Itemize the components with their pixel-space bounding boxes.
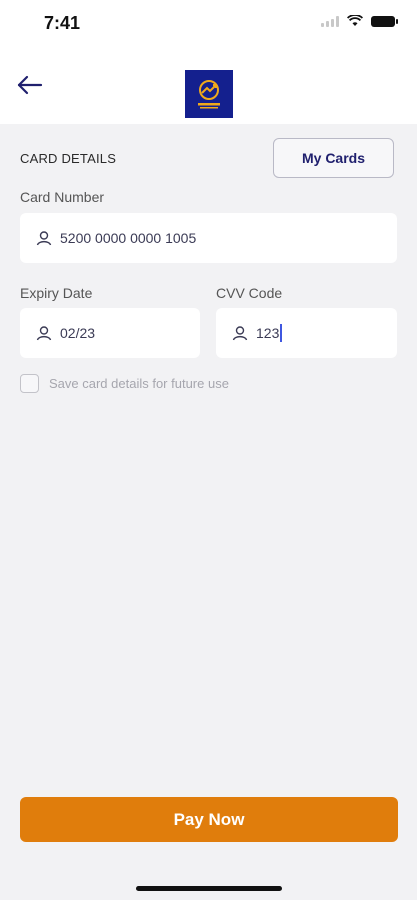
expiry-date-value: 02/23 xyxy=(60,325,96,341)
card-number-label: Card Number xyxy=(20,189,105,205)
save-card-label: Save card details for future use xyxy=(49,376,229,391)
arrow-left-icon xyxy=(17,75,43,95)
user-icon xyxy=(36,326,52,341)
user-icon xyxy=(36,231,52,246)
top-bar: 7:41 xyxy=(0,0,417,124)
section-title: CARD DETAILS xyxy=(20,151,117,166)
expiry-date-field[interactable]: 02/23 xyxy=(20,308,200,358)
status-icons xyxy=(321,15,398,27)
back-button[interactable] xyxy=(16,73,44,97)
brand-logo xyxy=(185,70,233,118)
status-time: 7:41 xyxy=(44,13,81,33)
cvv-value: 123 xyxy=(256,325,280,341)
home-indicator xyxy=(136,886,282,891)
my-cards-button[interactable]: My Cards xyxy=(273,138,394,178)
wifi-icon xyxy=(347,15,363,26)
battery-icon xyxy=(371,15,398,27)
cvv-label: CVV Code xyxy=(216,285,283,301)
signal-icon xyxy=(321,15,339,27)
card-number-value: 5200 0000 0000 1005 xyxy=(60,230,197,246)
text-cursor xyxy=(280,324,283,342)
save-card-checkbox[interactable] xyxy=(20,374,39,393)
card-number-field[interactable]: 5200 0000 0000 1005 xyxy=(20,213,397,263)
expiry-date-label: Expiry Date xyxy=(20,285,93,301)
pay-now-button[interactable]: Pay Now xyxy=(20,797,398,842)
user-icon xyxy=(232,326,248,341)
cvv-field[interactable]: 123 xyxy=(216,308,397,358)
